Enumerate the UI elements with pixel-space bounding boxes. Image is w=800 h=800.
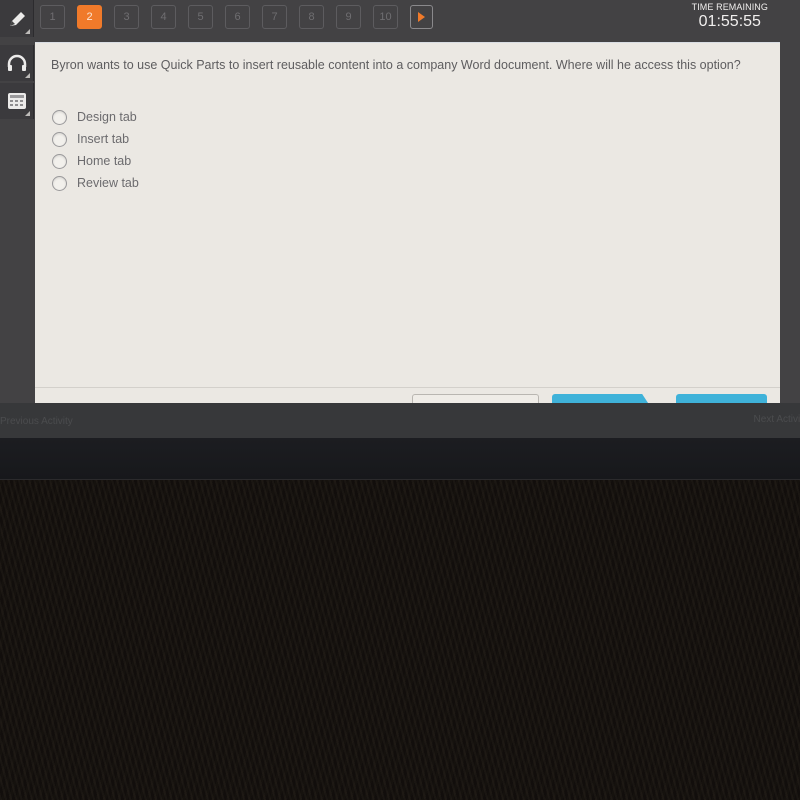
expand-corner-icon: [25, 111, 30, 116]
expand-corner-icon: [25, 29, 30, 34]
question-1-button[interactable]: 1: [40, 5, 65, 29]
screen-bezel: [0, 438, 800, 480]
radio-button[interactable]: [52, 153, 67, 169]
previous-activity-link[interactable]: Previous Activity: [0, 416, 73, 427]
question-10-button[interactable]: 10: [373, 5, 398, 29]
question-4-button[interactable]: 4: [151, 5, 176, 29]
question-7-button[interactable]: 7: [262, 5, 287, 29]
audio-tool-button[interactable]: [0, 45, 34, 81]
calculator-tool-button[interactable]: [0, 83, 34, 119]
question-6-button[interactable]: 6: [225, 5, 250, 29]
radio-button[interactable]: [52, 109, 67, 125]
next-question-button[interactable]: [410, 5, 433, 29]
question-5-button[interactable]: 5: [188, 5, 213, 29]
background-surface: [0, 480, 800, 800]
footer-divider: [35, 387, 780, 388]
play-triangle-icon: [418, 12, 425, 22]
choice-review-tab[interactable]: Review tab: [52, 172, 139, 194]
radio-button[interactable]: [52, 175, 67, 191]
headphones-icon: [7, 54, 26, 71]
timer-label: TIME REMAINING: [691, 2, 768, 12]
choice-label: Home tab: [77, 154, 132, 168]
choice-label: Insert tab: [77, 132, 130, 146]
choice-label: Review tab: [77, 176, 139, 190]
timer: TIME REMAINING 01:55:55: [692, 2, 768, 31]
radio-button[interactable]: [52, 131, 67, 147]
expand-corner-icon: [25, 73, 30, 78]
question-2-button[interactable]: 2: [77, 5, 102, 29]
pencil-tool-button[interactable]: [0, 0, 34, 37]
question-panel: Byron wants to use Quick Parts to insert…: [35, 42, 780, 406]
choice-insert-tab[interactable]: Insert tab: [52, 128, 139, 150]
question-navigation: 1 2 3 4 5 6 7 8 9 10: [40, 5, 433, 29]
question-8-button[interactable]: 8: [299, 5, 324, 29]
question-3-button[interactable]: 3: [114, 5, 139, 29]
question-text: Byron wants to use Quick Parts to insert…: [51, 58, 741, 72]
choice-design-tab[interactable]: Design tab: [52, 106, 139, 128]
next-activity-link[interactable]: Next Activity: [754, 414, 800, 425]
question-9-button[interactable]: 9: [336, 5, 361, 29]
calculator-icon: [7, 93, 26, 109]
answer-choices: Design tab Insert tab Home tab Review ta…: [52, 106, 139, 194]
choice-label: Design tab: [77, 110, 137, 124]
choice-home-tab[interactable]: Home tab: [52, 150, 139, 172]
screen: 1 2 3 4 5 6 7 8 9 10 TIME REMAINING 01:5…: [0, 0, 800, 438]
activity-status-bar: Previous Activity Next Activity: [0, 403, 800, 438]
timer-value: 01:55:55: [698, 13, 761, 30]
pencil-icon: [9, 11, 25, 26]
